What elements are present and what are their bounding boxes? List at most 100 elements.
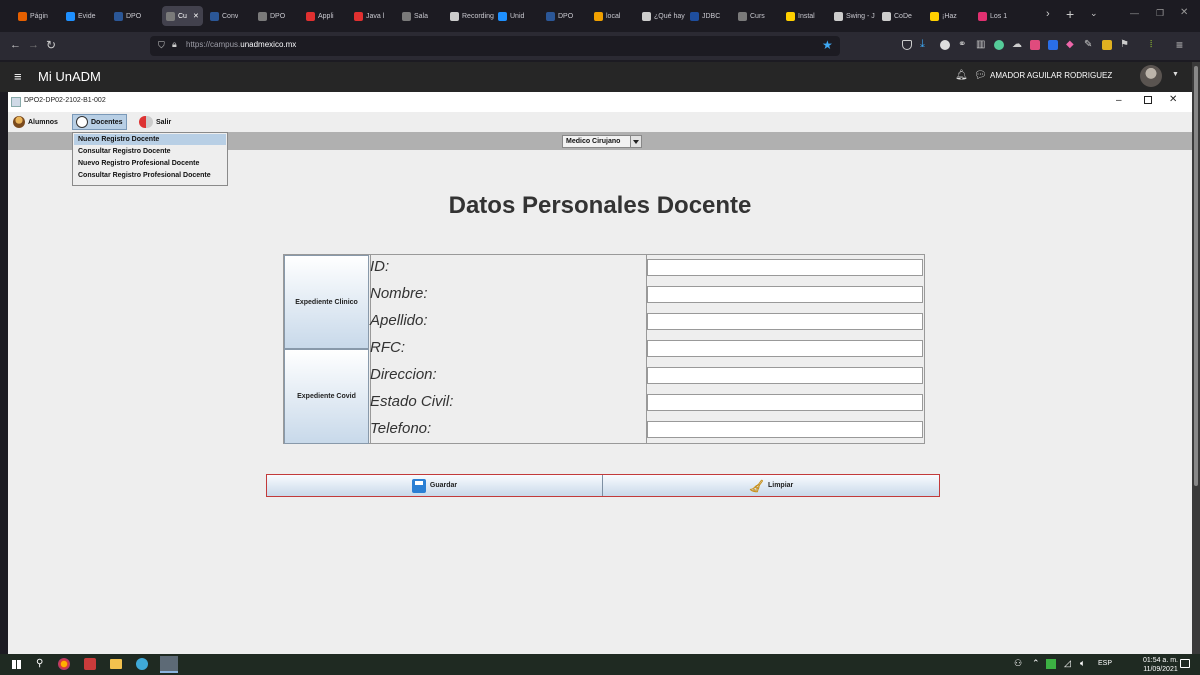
extension-icon[interactable]: ◆ bbox=[1066, 39, 1074, 50]
menu-icon[interactable]: ≡ bbox=[1176, 38, 1183, 52]
browser-tab[interactable]: Sala bbox=[402, 6, 428, 26]
app-close-icon[interactable]: ✕ bbox=[1169, 94, 1177, 105]
dropdown-item-nuevo-registro-docente[interactable]: Nuevo Registro Docente bbox=[74, 134, 226, 145]
volume-icon[interactable]: 🔈︎ bbox=[1080, 658, 1085, 669]
dropdown-item-consultar-registro-profesional[interactable]: Consultar Registro Profesional Docente bbox=[74, 170, 226, 181]
dropdown-item-nuevo-registro-profesional[interactable]: Nuevo Registro Profesional Docente bbox=[74, 158, 226, 169]
apellido-input[interactable] bbox=[647, 313, 923, 330]
avatar[interactable] bbox=[1140, 65, 1162, 87]
browser-tab[interactable]: ¡Haz bbox=[930, 6, 957, 26]
estado-civil-input[interactable] bbox=[647, 394, 923, 411]
browser-tab[interactable]: Instal bbox=[786, 6, 815, 26]
app-maximize-icon[interactable] bbox=[1144, 96, 1152, 104]
reload-icon[interactable]: ↻ bbox=[46, 38, 56, 52]
app-taskbar-icon[interactable] bbox=[84, 658, 96, 670]
bookmark-star-icon[interactable]: ★ bbox=[822, 38, 833, 52]
browser-tab[interactable]: Págin bbox=[18, 6, 48, 26]
forward-icon[interactable]: → bbox=[28, 39, 39, 51]
user-menu-caret-icon[interactable]: ▼ bbox=[1172, 71, 1179, 78]
browser-tab[interactable]: JDBC bbox=[690, 6, 720, 26]
extension-icon[interactable]: ⦙ bbox=[1150, 39, 1152, 50]
browser-tab[interactable]: DPO bbox=[258, 6, 285, 26]
expediente-covid-button[interactable]: Expediente Covid bbox=[284, 349, 369, 444]
browser-tab[interactable]: local bbox=[594, 6, 620, 26]
file-explorer-taskbar-icon[interactable] bbox=[110, 659, 122, 669]
windows-start-icon[interactable] bbox=[12, 660, 21, 669]
url-prefix: https://campus. bbox=[186, 40, 241, 49]
tray-app-icon[interactable] bbox=[1046, 659, 1056, 669]
scrollbar-thumb[interactable] bbox=[1194, 66, 1198, 486]
browser-tab[interactable]: DPO bbox=[546, 6, 573, 26]
page-scrollbar[interactable] bbox=[1192, 62, 1200, 654]
people-icon[interactable]: ⚇ bbox=[1014, 658, 1022, 669]
list-all-tabs-icon[interactable]: ⌄ bbox=[1090, 8, 1098, 19]
menu-alumnos[interactable]: Alumnos bbox=[10, 114, 61, 130]
extension-icon[interactable]: ▥ bbox=[976, 39, 985, 50]
notifications-bell-icon[interactable]: 🔔︎ bbox=[955, 70, 968, 81]
browser-tab[interactable]: Recording bbox=[450, 6, 494, 26]
messages-icon[interactable]: 💬︎ bbox=[974, 70, 987, 81]
dropdown-item-consultar-registro-docente[interactable]: Consultar Registro Docente bbox=[74, 146, 226, 157]
browser-tab[interactable]: Conv bbox=[210, 6, 238, 26]
maximize-window-icon[interactable]: ❐ bbox=[1156, 8, 1164, 19]
browser-tab[interactable]: Los 1 bbox=[978, 6, 1007, 26]
guardar-button[interactable]: Guardar bbox=[267, 475, 603, 496]
nombre-input[interactable] bbox=[647, 286, 923, 303]
browser-tab[interactable]: Evide bbox=[66, 6, 96, 26]
browser-tab[interactable]: Swing - J bbox=[834, 6, 875, 26]
extension-icon[interactable]: ☁ bbox=[1012, 39, 1022, 50]
expediente-clinico-button[interactable]: Expediente Clinico bbox=[284, 255, 369, 349]
network-icon[interactable]: ◿ bbox=[1064, 658, 1071, 669]
browser-tab[interactable]: Java l bbox=[354, 6, 384, 26]
browser-tab[interactable]: Appli bbox=[306, 6, 334, 26]
extension-icon[interactable] bbox=[1102, 40, 1112, 50]
app-minimize-icon[interactable]: – bbox=[1116, 95, 1122, 106]
tray-chevron-icon[interactable]: ⌃ bbox=[1032, 658, 1040, 669]
site-title[interactable]: Mi UnADM bbox=[38, 69, 101, 84]
browser-tab[interactable]: Cu ✕ bbox=[162, 6, 203, 26]
extension-icon[interactable]: ✎ bbox=[1084, 39, 1092, 50]
field-row-estado-civil: Estado Civil: bbox=[370, 390, 924, 417]
java-taskbar-icon[interactable] bbox=[160, 656, 178, 673]
browser-tab[interactable]: Curs bbox=[738, 6, 765, 26]
browser-tab[interactable]: Unid bbox=[498, 6, 524, 26]
shield-icon[interactable]: ⛉ bbox=[158, 40, 165, 51]
firefox-taskbar-icon[interactable] bbox=[58, 658, 70, 670]
extension-icon[interactable] bbox=[940, 40, 950, 50]
browser-tab[interactable]: ¿Qué hay bbox=[642, 6, 685, 26]
minimize-window-icon[interactable]: — bbox=[1130, 8, 1139, 18]
lock-icon[interactable]: 🔒︎ bbox=[172, 39, 177, 50]
browser-tab[interactable]: DPO bbox=[114, 6, 141, 26]
tab-label: Appli bbox=[318, 12, 334, 20]
telefono-input[interactable] bbox=[647, 421, 923, 438]
extension-icon[interactable]: ⚭ bbox=[958, 39, 966, 50]
back-icon[interactable]: ← bbox=[10, 39, 21, 51]
menu-salir[interactable]: Salir bbox=[136, 114, 174, 130]
language-indicator[interactable]: ESP bbox=[1098, 660, 1112, 667]
pocket-icon[interactable] bbox=[902, 40, 912, 50]
tab-close-icon[interactable]: ✕ bbox=[193, 12, 199, 20]
close-window-icon[interactable]: ✕ bbox=[1180, 7, 1188, 18]
combo-arrow-icon[interactable] bbox=[630, 136, 641, 147]
id-input[interactable] bbox=[647, 259, 923, 276]
direccion-input[interactable] bbox=[647, 367, 923, 384]
tab-list-arrow-icon[interactable]: › bbox=[1046, 8, 1050, 20]
app-taskbar-icon[interactable] bbox=[136, 658, 148, 670]
limpiar-button[interactable]: 🧹︎ Limpiar bbox=[603, 475, 939, 496]
specialty-combo[interactable]: Medico Cirujano bbox=[562, 135, 642, 148]
extension-icon[interactable] bbox=[1030, 40, 1040, 50]
rfc-input[interactable] bbox=[647, 340, 923, 357]
clock[interactable]: 01:54 a. m. 11/09/2021 bbox=[1143, 656, 1178, 674]
extension-icon[interactable]: ⚑ bbox=[1120, 39, 1129, 50]
extension-icon[interactable] bbox=[994, 40, 1004, 50]
hamburger-menu-icon[interactable]: ≡ bbox=[14, 69, 22, 84]
browser-tab[interactable]: CoDe bbox=[882, 6, 912, 26]
download-icon[interactable]: ⤓ bbox=[920, 38, 925, 51]
user-name[interactable]: AMADOR AGUILAR RODRIGUEZ bbox=[990, 71, 1112, 80]
menu-docentes[interactable]: Docentes bbox=[72, 114, 127, 130]
search-icon[interactable]: ⚲ bbox=[36, 658, 43, 669]
extension-icon[interactable] bbox=[1048, 40, 1058, 50]
url-bar[interactable]: ⛉ 🔒︎ https://campus.unadmexico.mx ★ bbox=[150, 36, 840, 56]
notification-center-icon[interactable] bbox=[1180, 659, 1190, 668]
new-tab-icon[interactable]: + bbox=[1066, 6, 1074, 22]
